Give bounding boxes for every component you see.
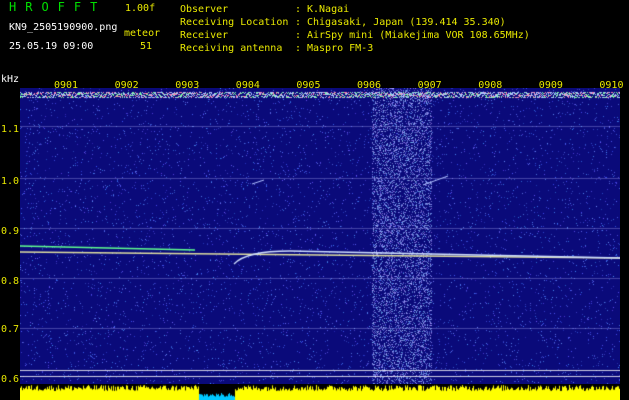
datetime-label: 25.05.19 09:00 — [9, 41, 94, 52]
info-row-location: Receiving Location: Chigasaki, Japan (139… — [180, 17, 506, 28]
filename-label: KN9_2505190900.png — [9, 22, 118, 33]
info-row-observer: Observer: K.Nagai — [180, 4, 350, 15]
freq-tick-0.9: 0.9 — [1, 226, 20, 237]
info-row-antenna: Receiving antenna: Maspro FM-3 — [180, 43, 374, 54]
info-row-receiver: Receiver: AirSpy mini (Miakejima VOR 108.… — [180, 30, 530, 41]
time-axis: 0901 0902 0903 0904 0905 0906 0907 0908 0909 0910 — [0, 78, 629, 91]
header-panel: HROFFT 1.00f KN9_2505190900.png 25.05.19… — [0, 0, 629, 78]
observation-info: Observer: K.Nagai Receiving Location: Chig… — [180, 3, 530, 55]
spectrogram-canvas — [20, 88, 620, 384]
freq-tick-1.0: 1.0 — [1, 176, 20, 187]
freq-tick-0.7: 0.7 — [1, 324, 20, 335]
freq-tick-0.8: 0.8 — [1, 276, 20, 287]
version-label: 1.00f — [125, 3, 156, 14]
freq-tick-0.6: 0.6 — [1, 374, 20, 385]
meteor-count: 51 — [140, 41, 153, 52]
freq-tick-1.1: 1.1 — [1, 124, 20, 135]
meteor-label: meteor — [124, 28, 161, 39]
app-name: HROFFT — [9, 0, 107, 14]
activity-bar — [20, 384, 620, 400]
